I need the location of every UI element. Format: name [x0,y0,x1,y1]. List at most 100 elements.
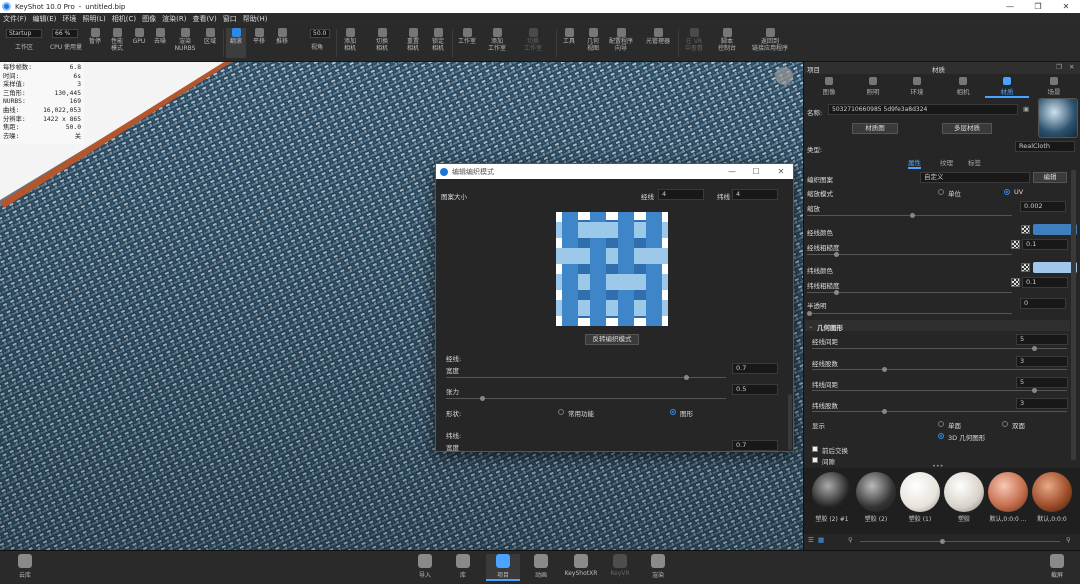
multi-material-button[interactable]: 多层材质 [942,123,992,134]
menu-edit[interactable]: 编辑(E) [30,14,60,24]
grid-view-icon[interactable]: ▦ [818,536,824,544]
lock-camera-button[interactable]: 锁定 相机 [427,28,449,52]
geometry-view-button[interactable]: 几何 视图 [582,28,604,52]
slider-knob[interactable] [834,290,839,295]
warp-plies-input[interactable]: 3 [1016,356,1068,367]
dialog-maximize-button[interactable]: ☐ [744,164,768,179]
weft-width-input[interactable]: 0.7 [732,440,778,451]
warp-count-input[interactable]: 4 [658,189,704,200]
add-camera-button[interactable]: 添加 相机 [339,28,361,52]
slider-knob[interactable] [910,213,915,218]
dolly-button[interactable]: 推移 [272,28,292,45]
performance-mode-button[interactable]: 性能 模式 [106,28,128,52]
add-studio-button[interactable]: 添加 工作室 [485,28,509,52]
scale-mode-uv-radio[interactable] [1004,189,1010,195]
post-swap-checkbox[interactable] [812,446,818,452]
material-thumb-4[interactable] [944,472,984,512]
workspace-button[interactable]: 工作区 [4,44,44,51]
display-double-radio[interactable] [1002,421,1008,427]
tab-camera[interactable]: 相机 [941,75,985,96]
slider-knob[interactable] [1032,346,1037,351]
slider-knob[interactable] [882,367,887,372]
switch-studio-button[interactable]: 切换 工作室 [520,28,546,52]
shape-common-radio[interactable] [558,409,564,415]
weft-spacing-slider[interactable] [812,388,1067,393]
menu-camera[interactable]: 相机(C) [109,14,139,24]
texture-icon[interactable] [1011,278,1020,287]
configurator-button[interactable]: 配置程序 向导 [606,28,636,52]
render-nurbs-button[interactable]: 渲染 NURBS [172,28,198,52]
warp-spacing-slider[interactable] [812,346,1067,351]
tumble-button[interactable]: 翻滚 [226,28,246,58]
warp-width-slider[interactable] [446,375,726,380]
cloud-library-button[interactable]: 云库 [8,554,42,579]
vr-view-button[interactable]: 在 VR 中查看 [682,28,706,52]
material-name-input[interactable]: 5032710660985 5d9fe3a8d324 [828,104,1018,115]
thumbnail-size-slider[interactable] [860,539,1060,544]
zoom-in-icon[interactable]: ⚲ [1066,536,1071,544]
warp-roughness-input[interactable]: 0.1 [1022,239,1068,250]
dialog-scrollbar[interactable] [788,394,792,450]
slider-knob[interactable] [882,409,887,414]
back-to-app-button[interactable]: 返回到 链接应用程序 [748,28,792,52]
menu-file[interactable]: 文件(F) [0,14,30,24]
transparency-slider[interactable] [807,311,1012,316]
slider-knob[interactable] [940,539,945,544]
project-button[interactable]: 项目 [486,554,520,581]
light-manager-button[interactable]: 光管理器 [642,28,674,45]
geometry-section-header[interactable]: ⌄ 几何图形 [805,320,1070,332]
panel-float-icon[interactable]: ❐ [1056,63,1062,71]
scale-mode-unit-radio[interactable] [938,189,944,195]
properties-scrollbar[interactable] [1071,170,1076,460]
tension-slider[interactable] [446,396,726,401]
display-3d-radio[interactable] [938,433,944,439]
cpu-usage-input[interactable]: 66 % [52,29,78,38]
tab-material[interactable]: 材质 [985,75,1029,98]
zoom-out-icon[interactable]: ⚲ [848,536,853,544]
warp-roughness-slider[interactable] [807,252,1012,257]
material-type-select[interactable]: RealCloth [1015,141,1075,152]
reset-camera-button[interactable]: 重置 相机 [402,28,424,52]
menu-window[interactable]: 窗口 [220,14,240,24]
texture-icon[interactable] [1011,240,1020,249]
material-thumb-3[interactable] [900,472,940,512]
weave-pattern-select[interactable]: 自定义 [920,172,1030,183]
shape-graphic-radio[interactable] [670,409,676,415]
screenshot-button[interactable]: 截屏 [1040,554,1074,579]
tab-image[interactable]: 图像 [807,75,851,96]
tab-environment[interactable]: 环境 [895,75,939,96]
warp-width-input[interactable]: 0.7 [732,363,778,374]
tab-scene[interactable]: 场景 [1032,75,1076,96]
texture-icon[interactable] [1021,263,1030,272]
studio-button[interactable]: 工作室 [455,28,479,45]
weft-roughness-slider[interactable] [807,290,1012,295]
slider-knob[interactable] [807,311,812,316]
panel-close-icon[interactable]: ✕ [1069,63,1074,71]
warp-plies-slider[interactable] [812,367,1067,372]
pan-button[interactable]: 平移 [249,28,269,45]
script-console-button[interactable]: 脚本 控制台 [714,28,740,52]
weft-count-input[interactable]: 4 [732,189,778,200]
close-button[interactable]: ✕ [1052,0,1080,13]
minimize-button[interactable]: — [996,0,1024,13]
fov-button[interactable]: 视角 [300,44,334,51]
menu-view[interactable]: 查看(V) [189,14,219,24]
dialog-minimize-button[interactable]: — [720,164,744,179]
maximize-button[interactable]: ❐ [1024,0,1052,13]
tools-button[interactable]: 工具 [559,28,579,45]
material-thumb-1[interactable] [812,472,852,512]
warp-spacing-input[interactable]: 5 [1016,334,1068,345]
weft-plies-input[interactable]: 3 [1016,398,1068,409]
environment-sphere-icon[interactable] [775,67,793,85]
list-view-icon[interactable]: ☰ [808,536,814,544]
weave-pattern-grid[interactable] [556,212,668,326]
cpu-usage-button[interactable]: CPU 使用量 [47,44,85,51]
import-button[interactable]: 导入 [408,554,442,579]
subtab-properties[interactable]: 属性 [908,157,921,169]
material-thumb-5[interactable] [988,472,1028,512]
subtab-labels[interactable]: 标签 [968,157,981,167]
menu-lighting[interactable]: 照明(L) [79,14,108,24]
scale-slider[interactable] [807,213,1012,218]
menu-image[interactable]: 图像 [139,14,159,24]
weft-plies-slider[interactable] [812,409,1067,414]
